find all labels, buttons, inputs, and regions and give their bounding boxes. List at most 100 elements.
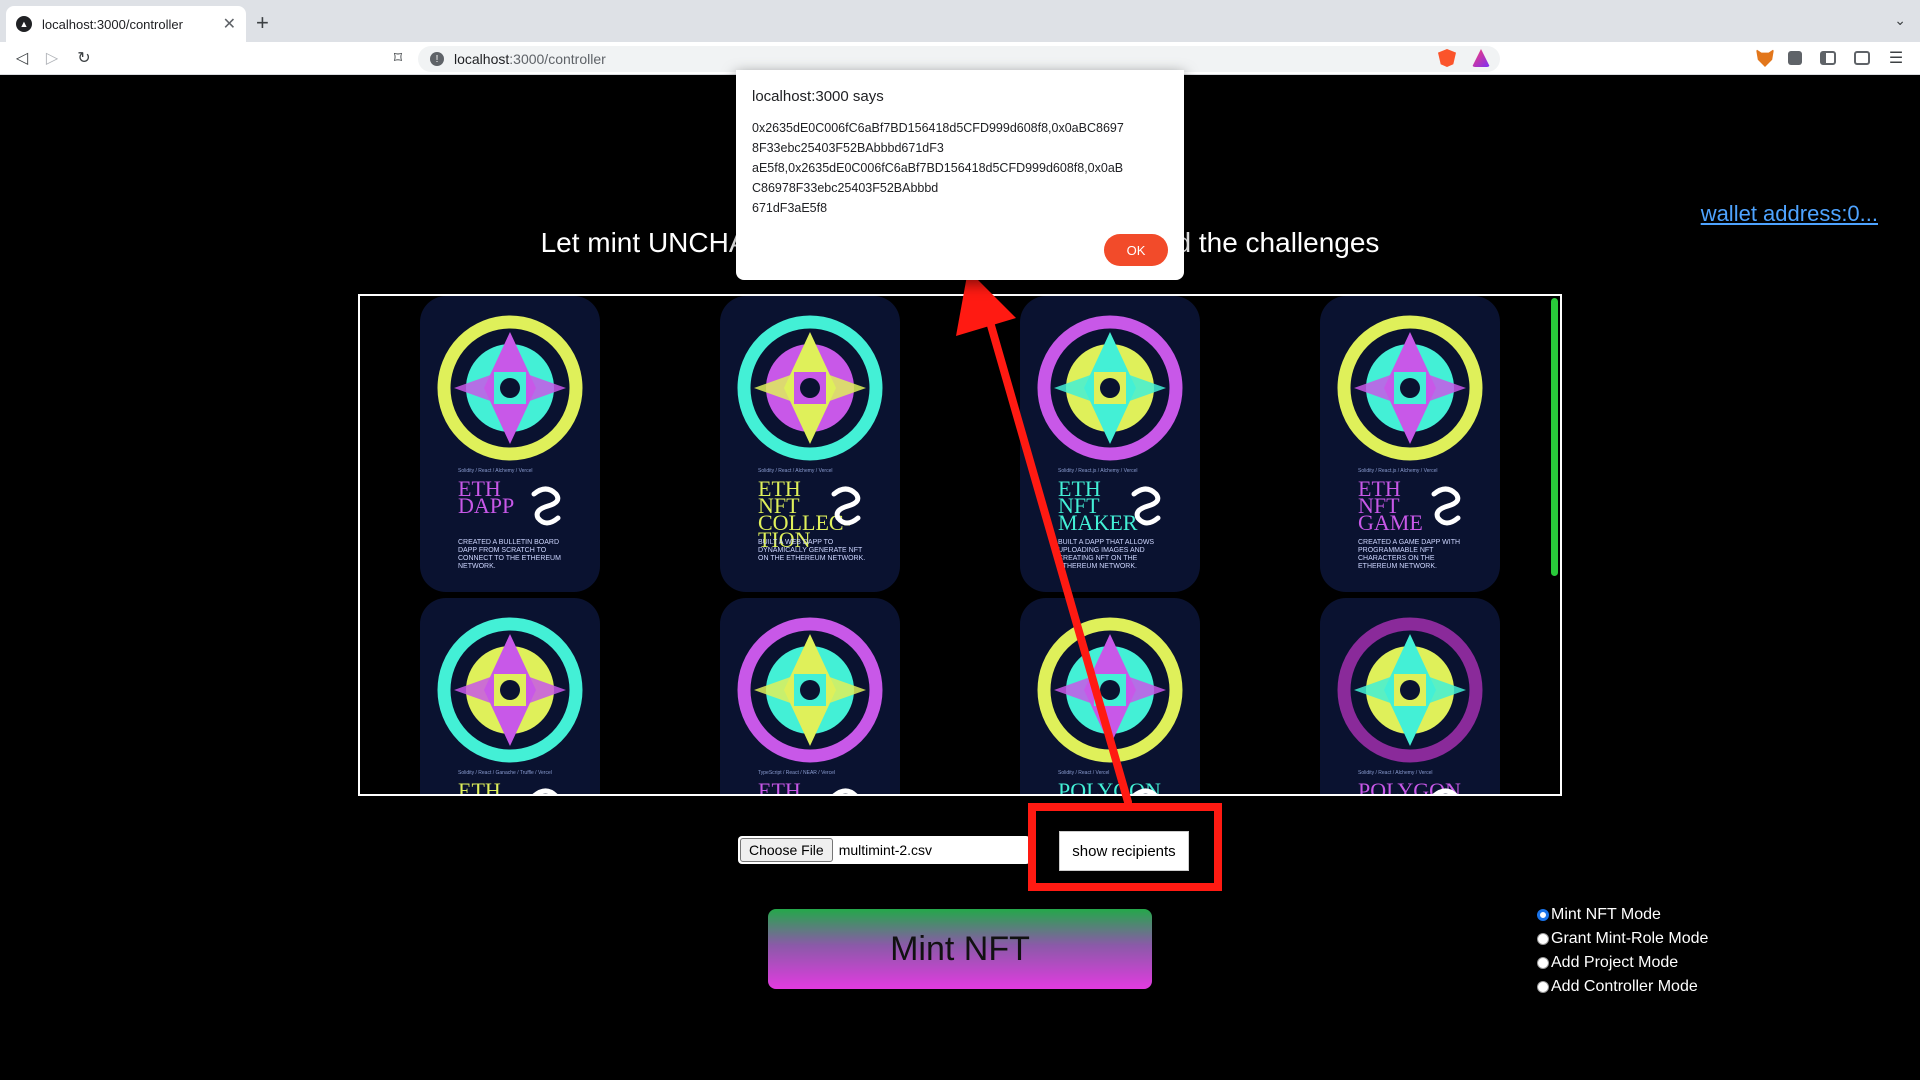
nft-card[interactable]: TypeScript / React / NEAR / Vercel ETH: [720, 598, 900, 796]
nft-card-meta: Solidity / React.js / Alchemy / Vercel: [1058, 468, 1138, 474]
nft-gallery[interactable]: Solidity / React / Alchemy / Vercel ETH DA…: [358, 294, 1562, 796]
nft-emblem-icon: [1337, 315, 1483, 461]
sidebar-icon[interactable]: [1820, 51, 1836, 65]
close-tab-icon[interactable]: ✕: [223, 14, 236, 34]
nft-card-description: Created a game dapp with programmable NF…: [1358, 539, 1461, 570]
nft-card-title: ETH: [758, 778, 828, 796]
chain-logo-icon: [531, 486, 561, 526]
choose-file-button[interactable]: Choose File: [740, 838, 833, 862]
radio-button[interactable]: [1537, 957, 1549, 969]
url-path: :3000/controller: [509, 51, 606, 67]
site-info-icon[interactable]: !: [430, 52, 444, 66]
dialog-message-line: C86978F33ebc25403F52BAbbbd: [752, 181, 939, 195]
url-host: localhost: [454, 51, 510, 67]
nft-card-title-line: ETH NFT: [758, 476, 801, 518]
bookmark-icon[interactable]: ⌑: [388, 48, 408, 68]
mode-label: Grant Mint-Role Mode: [1551, 930, 1709, 947]
nft-card[interactable]: Solidity / React / Alchemy / Vercel POLYG…: [1320, 598, 1500, 796]
nft-card-title-line: MAKER: [1058, 510, 1138, 535]
nft-card-meta: TypeScript / React / NEAR / Vercel: [758, 770, 835, 776]
chain-logo-icon: [532, 788, 558, 794]
browser-tab-bar: ▲ localhost:3000/controller ✕ + ⌄: [0, 0, 1920, 42]
wallet-icon[interactable]: [1854, 51, 1870, 65]
extensions-icon[interactable]: [1788, 51, 1802, 65]
mode-option[interactable]: Grant Mint-Role Mode: [1537, 927, 1708, 951]
nft-card[interactable]: Solidity / React / Vercel POLYGON: [1020, 598, 1200, 796]
chain-logo-icon: [1432, 788, 1458, 794]
nft-emblem-icon: [737, 617, 883, 763]
mode-selector: Mint NFT Mode Grant Mint-Role Mode Add Pro…: [1537, 903, 1708, 999]
mode-option[interactable]: Add Project Mode: [1537, 951, 1708, 975]
chain-logo-icon: [1131, 486, 1161, 526]
radio-button[interactable]: [1537, 909, 1549, 921]
nft-emblem-icon: [737, 315, 883, 461]
nft-card-description: Built a web dapp to dynamically generate…: [758, 539, 866, 562]
metamask-icon[interactable]: [1756, 49, 1774, 67]
favicon-icon: ▲: [16, 16, 32, 32]
nft-emblem-icon: [1037, 315, 1183, 461]
nft-card-title: POLYGON: [1358, 778, 1461, 796]
nft-card-title: ETH DAPP: [458, 478, 528, 518]
dialog-ok-button[interactable]: OK: [1104, 234, 1168, 266]
nft-card-title-line: ETH: [758, 778, 801, 796]
annotation-highlight-box: [1028, 803, 1222, 891]
mode-label: Mint NFT Mode: [1551, 906, 1661, 923]
mint-nft-button[interactable]: Mint NFT: [768, 909, 1152, 989]
nft-card-title: ETH: [458, 778, 528, 796]
dialog-message-line: 8F33ebc25403F52BAbbbd671dF3: [752, 141, 944, 155]
nft-emblem-icon: [437, 315, 583, 461]
file-input[interactable]: Choose File multimint-2.csv: [738, 836, 1030, 864]
radio-button[interactable]: [1537, 981, 1549, 993]
mode-label: Add Controller Mode: [1551, 978, 1698, 995]
chain-logo-icon: [832, 788, 858, 794]
nft-card-meta: Solidity / React.js / Alchemy / Vercel: [1358, 468, 1438, 474]
nft-card-title-line: GAME: [1358, 510, 1423, 535]
chain-logo-icon: [1431, 486, 1461, 526]
nft-card-meta: Solidity / React / Alchemy / Vercel: [758, 468, 833, 474]
nft-card[interactable]: Solidity / React.js / Alchemy / Vercel ET…: [1320, 296, 1500, 592]
nft-card-description: Built a dapp that allows uploading image…: [1058, 539, 1155, 570]
back-icon[interactable]: ◁: [12, 48, 32, 68]
forward-icon[interactable]: ▷: [42, 48, 62, 68]
nft-card[interactable]: Solidity / React / Alchemy / Vercel ETH DA…: [420, 296, 600, 592]
nft-card-meta: Solidity / React / Ganache / Truffle / V…: [458, 770, 552, 776]
nft-card-meta: Solidity / React / Alchemy / Vercel: [1358, 770, 1433, 776]
wallet-address-link[interactable]: wallet address:0...: [1701, 201, 1878, 227]
nft-card-title: ETH NFT MAKER: [1058, 478, 1138, 535]
file-name: multimint-2.csv: [838, 842, 933, 858]
new-tab-icon[interactable]: +: [256, 10, 269, 36]
dialog-title: localhost:3000 says: [752, 88, 884, 105]
menu-icon[interactable]: ☰: [1886, 48, 1906, 68]
nft-card-description: Created a bulletin board dapp from scrat…: [458, 539, 561, 570]
nft-card[interactable]: Solidity / React.js / Alchemy / Vercel ET…: [1020, 296, 1200, 592]
nft-card-title-line: ETH: [458, 778, 501, 796]
nft-card-meta: Solidity / React / Vercel: [1058, 770, 1110, 776]
nft-card-meta: Solidity / React / Alchemy / Vercel: [458, 468, 533, 474]
gallery-scrollbar[interactable]: [1551, 298, 1558, 576]
page-subtitle-left: Let mint UNCHA: [540, 227, 748, 258]
nft-emblem-icon: [1337, 617, 1483, 763]
nft-card-title: ETH NFT COLLEC- TION: [758, 476, 851, 551]
tab-title: localhost:3000/controller: [42, 16, 183, 32]
alert-dialog: localhost:3000 says 0x2635dE0C006fC6aBf7…: [736, 70, 1184, 280]
nft-card-title-line: DAPP: [458, 493, 515, 518]
mode-option[interactable]: Mint NFT Mode: [1537, 903, 1708, 927]
reload-icon[interactable]: ↻: [74, 48, 94, 68]
page-subtitle-right: d the challenges: [1175, 227, 1380, 258]
nft-card-title: ETH NFT GAME: [1358, 478, 1428, 535]
address-bar[interactable]: ! localhost:3000/controller: [418, 46, 1500, 72]
radio-button[interactable]: [1537, 933, 1549, 945]
nft-card-title-line: POLYGON: [1058, 778, 1161, 796]
nft-card[interactable]: Solidity / React / Alchemy / Vercel ETH N…: [720, 296, 900, 592]
nft-card[interactable]: Solidity / React / Ganache / Truffle / V…: [420, 598, 600, 796]
dialog-message-line: 0x2635dE0C006fC6aBf7BD156418d5CFD999d608…: [752, 121, 1124, 135]
browser-tab[interactable]: ▲ localhost:3000/controller ✕: [6, 6, 246, 42]
nft-card-title: POLYGON: [1058, 778, 1161, 796]
mode-label: Add Project Mode: [1551, 954, 1679, 971]
chain-logo-icon: [1132, 788, 1158, 794]
chain-logo-icon: [831, 486, 861, 526]
tab-search-icon[interactable]: ⌄: [1894, 12, 1906, 29]
mode-option[interactable]: Add Controller Mode: [1537, 975, 1708, 999]
nft-card-title-line: POLYGON: [1358, 778, 1461, 796]
nft-emblem-icon: [437, 617, 583, 763]
